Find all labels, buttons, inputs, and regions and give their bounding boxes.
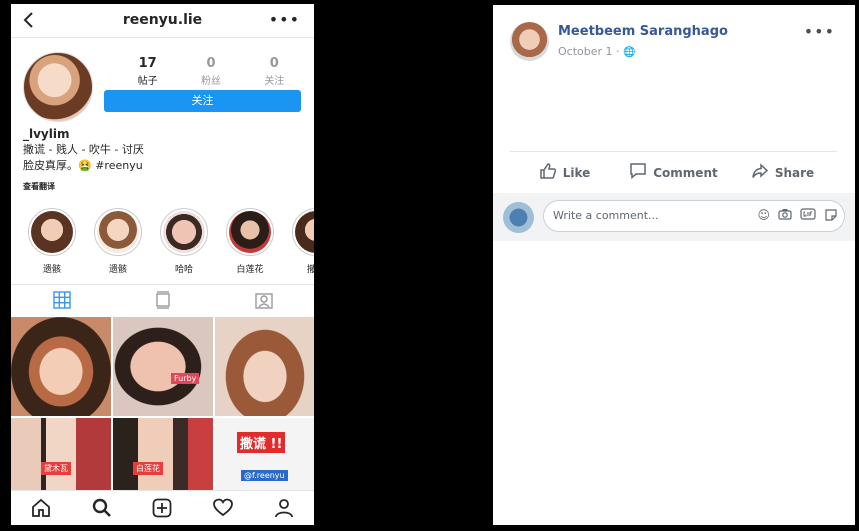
poster-avatar[interactable] [510,22,549,61]
post-sticker-label: 白莲花 [133,462,163,475]
post-date-text: October 1 · [558,45,624,58]
post-actions: Like Comment Share [510,151,837,193]
post-sticker-label: Furby [171,373,200,384]
grid-view-icon[interactable] [11,285,112,315]
new-post-icon[interactable] [132,491,193,525]
globe-icon: 🌐 [623,47,636,58]
profile-avatar[interactable] [23,52,93,122]
bottom-navigation [11,490,314,525]
like-label: Like [562,165,591,180]
highlight-item[interactable]: 白莲花 [217,208,283,275]
following-label: 关注 [264,76,285,87]
gif-icon[interactable] [800,208,816,225]
highlight-label: 撒谎 [306,265,314,275]
see-translation-link[interactable]: 查看翻译 [23,179,144,195]
activity-heart-icon[interactable] [193,491,254,525]
instagram-profile-panel: reenyu.lie ••• 17 帖子 0 粉丝 0 关注 关注 _lvyli… [11,4,314,525]
following-count: 0 [269,56,279,71]
comment-label: Comment [653,165,718,180]
profile-bio: _lvylim 撒谎 - 贱人 - 吹牛 - 讨厌 脸皮真厚。🤮 #reenyu… [23,126,144,195]
comment-input[interactable]: Write a comment... ☺ [543,200,845,232]
grid-post[interactable] [11,317,111,416]
comment-composer: Write a comment... ☺ [493,193,855,241]
comment-tools: ☺ [757,208,838,225]
post-date[interactable]: October 1 · 🌐 [558,45,635,58]
highlight-label: 遗骸 [108,265,127,275]
grid-post[interactable]: Furby [113,317,213,416]
search-icon[interactable] [72,491,133,525]
bio-name: _lvylim [23,127,70,141]
highlight-label: 白莲花 [236,265,264,275]
post-sticker-label: 撒谎 !! [237,432,286,453]
tagged-photos-icon[interactable] [213,285,314,315]
emoji-icon[interactable]: ☺ [757,208,770,225]
highlight-item[interactable]: 哈哈 [151,208,217,275]
more-options-icon[interactable]: ••• [269,10,300,29]
sticker-icon[interactable] [824,208,838,225]
grid-post[interactable] [215,317,314,416]
facebook-post-panel: Meetbeem Saranghago October 1 · 🌐 ••• Li… [493,5,855,525]
bio-line-1: 撒谎 - 贱人 - 吹牛 - 讨厌 [23,143,144,156]
camera-icon[interactable] [778,208,792,225]
like-button[interactable]: Like [510,152,619,193]
followers-count: 0 [206,56,216,71]
highlight-label: 哈哈 [174,265,193,275]
share-arrow-icon [751,162,769,184]
stat-posts[interactable]: 17 帖子 [116,56,179,87]
highlight-item[interactable]: 遗骸 [85,208,151,275]
posts-label: 帖子 [137,76,158,87]
top-bar: reenyu.lie ••• [11,4,314,38]
post-options-icon[interactable]: ••• [804,22,835,41]
bio-line-2: 脸皮真厚。🤮 #reenyu [23,159,143,172]
highlight-label: 遗骸 [42,265,61,275]
comment-button[interactable]: Comment [619,152,728,193]
story-highlights: 遗骸 遗骸 哈哈 白莲花 撒谎 [19,208,314,275]
thumbs-up-icon [539,162,557,184]
comment-bubble-icon [629,162,647,184]
profile-tabs [11,284,314,315]
profile-icon[interactable] [253,491,314,525]
followers-label: 粉丝 [200,76,221,87]
stat-followers[interactable]: 0 粉丝 [179,56,242,87]
post-sticker-label: @f.reenyu [241,470,288,481]
posts-count: 17 [138,56,157,71]
home-icon[interactable] [11,491,72,525]
highlight-item[interactable]: 撒谎 [283,208,314,275]
stat-following[interactable]: 0 关注 [243,56,306,87]
profile-stats: 17 帖子 0 粉丝 0 关注 [116,56,306,87]
share-label: Share [774,165,815,180]
grid-post[interactable]: 白莲花 [113,418,213,490]
post-sticker-label: 黛木瓦 [41,462,71,475]
follow-button[interactable]: 关注 [104,90,301,112]
grid-post[interactable]: 撒谎 !! @f.reenyu [215,418,314,490]
posts-grid: Furby 黛木瓦 白莲花 撒谎 !! @f.reenyu [11,317,314,490]
viewer-avatar[interactable] [503,202,534,233]
feed-view-icon[interactable] [112,285,213,315]
poster-name[interactable]: Meetbeem Saranghago [558,24,728,39]
grid-post[interactable]: 黛木瓦 [11,418,111,490]
highlight-item[interactable]: 遗骸 [19,208,85,275]
comment-placeholder: Write a comment... [553,209,659,222]
share-button[interactable]: Share [728,152,837,193]
